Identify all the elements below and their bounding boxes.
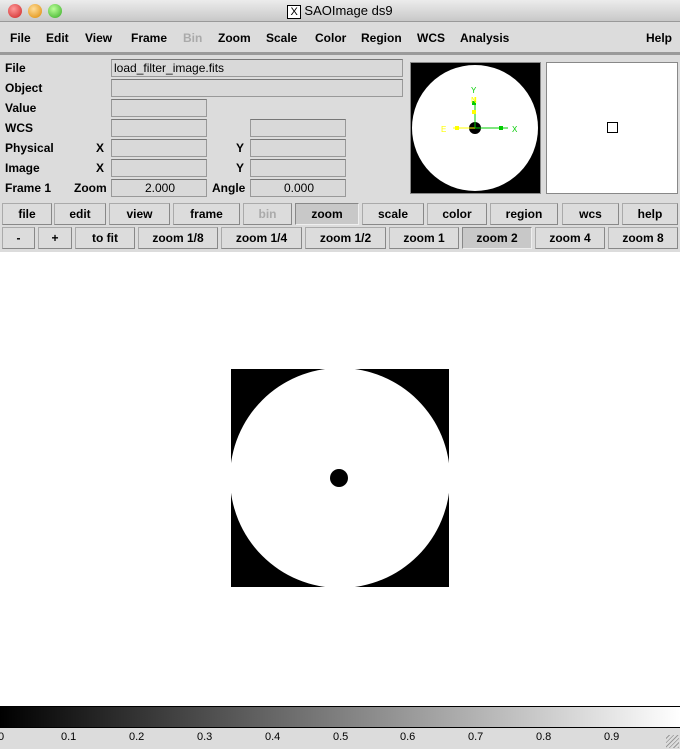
value-label: Value <box>5 101 37 115</box>
maximize-button[interactable] <box>48 4 62 18</box>
button-region[interactable]: region <box>490 203 558 225</box>
colorbar-tick: 0.4 <box>265 731 281 743</box>
menu-file[interactable]: File <box>10 31 31 45</box>
panner[interactable]: Y N E X <box>410 62 541 194</box>
button-zoom-2[interactable]: zoom 2 <box>462 227 532 249</box>
menu-wcs[interactable]: WCS <box>417 31 445 45</box>
colorbar-tick: 0.3 <box>197 731 213 743</box>
button-zoom-to-fit[interactable]: to fit <box>75 227 135 249</box>
window-title: SAOImage ds9 <box>304 3 393 18</box>
colorbar-tick: 0.2 <box>129 731 145 743</box>
wcs-label: WCS <box>5 121 33 135</box>
image-x-field <box>111 159 207 177</box>
compass-x-label: X <box>512 125 518 134</box>
menu-help[interactable]: Help <box>646 31 672 45</box>
image-label: Image <box>5 161 40 175</box>
button-frame[interactable]: frame <box>173 203 240 225</box>
object-label: Object <box>5 81 43 95</box>
compass-n-label: N <box>471 96 477 105</box>
colorbar-tick: 0.7 <box>468 731 484 743</box>
button-zoom-4[interactable]: zoom 4 <box>535 227 605 249</box>
menu-view[interactable]: View <box>85 31 112 45</box>
menu-bin: Bin <box>183 31 203 45</box>
menu-analysis[interactable]: Analysis <box>460 31 509 45</box>
fits-image <box>231 369 449 587</box>
button-color[interactable]: color <box>427 203 487 225</box>
button-zoom-1-8[interactable]: zoom 1/8 <box>138 227 218 249</box>
image-x-label: X <box>96 161 105 175</box>
zoom-field: 2.000 <box>111 179 207 197</box>
colorbar-tick: 0.5 <box>333 731 349 743</box>
title-bar: X SAOImage ds9 <box>0 0 680 22</box>
button-help[interactable]: help <box>622 203 678 225</box>
button-zoom-1-4[interactable]: zoom 1/4 <box>221 227 302 249</box>
x11-icon: X <box>287 5 301 19</box>
compass-y-label: Y <box>471 86 477 95</box>
menu-zoom[interactable]: Zoom <box>218 31 251 45</box>
angle-label: Angle <box>212 181 246 195</box>
value-field <box>111 99 207 117</box>
wcs-y-field <box>250 119 346 137</box>
physical-x-label: X <box>96 141 105 155</box>
object-field <box>111 79 403 97</box>
physical-label: Physical <box>5 141 54 155</box>
menu-region[interactable]: Region <box>361 31 402 45</box>
menu-edit[interactable]: Edit <box>46 31 69 45</box>
physical-y-field <box>250 139 346 157</box>
frame-label: Frame 1 <box>5 181 52 195</box>
colorbar-tick: 0.6 <box>400 731 416 743</box>
image-display[interactable] <box>0 252 680 706</box>
zoom-label: Zoom <box>74 181 107 195</box>
compass-e-label: E <box>441 125 446 134</box>
physical-x-field <box>111 139 207 157</box>
button-view[interactable]: view <box>109 203 170 225</box>
colorbar-tick: 0 <box>0 731 5 743</box>
image-y-field <box>250 159 346 177</box>
colorbar-tick: 0.1 <box>61 731 77 743</box>
menu-bar: File Edit View Frame Bin Zoom Scale Colo… <box>0 23 680 55</box>
menu-scale[interactable]: Scale <box>266 31 297 45</box>
colorbar-tick: 0.8 <box>536 731 552 743</box>
button-wcs[interactable]: wcs <box>562 203 619 225</box>
button-zoom-out[interactable]: - <box>2 227 35 249</box>
file-label: File <box>5 61 26 75</box>
file-field: load_filter_image.fits <box>111 59 403 77</box>
button-zoom-1-2[interactable]: zoom 1/2 <box>305 227 386 249</box>
panner-image: Y N E X <box>412 65 538 191</box>
resize-grip[interactable] <box>666 735 679 748</box>
menu-frame[interactable]: Frame <box>131 31 167 45</box>
minimize-button[interactable] <box>28 4 42 18</box>
button-zoom-1[interactable]: zoom 1 <box>389 227 459 249</box>
magnifier <box>546 62 678 194</box>
button-zoom[interactable]: zoom <box>295 203 359 225</box>
button-zoom-8[interactable]: zoom 8 <box>608 227 678 249</box>
angle-field: 0.000 <box>250 179 346 197</box>
menu-color[interactable]: Color <box>315 31 346 45</box>
button-bin: bin <box>243 203 292 225</box>
wcs-x-field <box>111 119 207 137</box>
button-edit[interactable]: edit <box>54 203 106 225</box>
button-file[interactable]: file <box>2 203 52 225</box>
button-scale[interactable]: scale <box>362 203 424 225</box>
button-zoom-in[interactable]: + <box>38 227 72 249</box>
colorbar <box>0 706 680 728</box>
magnifier-cursor-box <box>607 122 618 133</box>
close-button[interactable] <box>8 4 22 18</box>
colorbar-tick: 0.9 <box>604 731 620 743</box>
image-y-label: Y <box>236 161 245 175</box>
physical-y-label: Y <box>236 141 245 155</box>
